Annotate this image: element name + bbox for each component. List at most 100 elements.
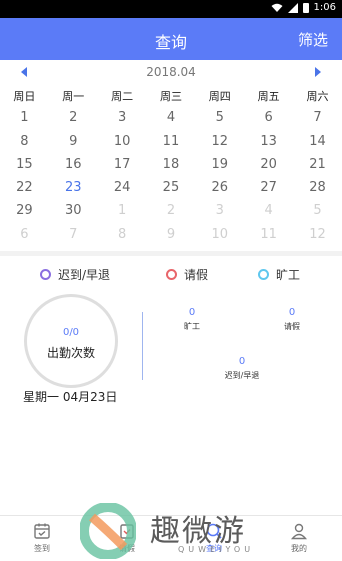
absent-count: 0: [188, 307, 196, 318]
app-bar: 查询 筛选: [0, 18, 342, 60]
calendar-week-row: 15 16 17 18 19 20 21: [0, 157, 342, 172]
calendar-day-other-month[interactable]: 7: [49, 227, 98, 242]
calendar-day[interactable]: 12: [195, 134, 244, 149]
calendar-day-other-month[interactable]: 6: [0, 227, 49, 242]
calendar-day[interactable]: 9: [49, 134, 98, 149]
signal-icon: [287, 2, 298, 13]
battery-icon: [302, 2, 309, 13]
late-label: 迟到/早退: [224, 371, 260, 380]
legend-late: 迟到/早退: [40, 266, 110, 283]
attendance-count-label: 出勤次数: [46, 346, 95, 360]
calendar-week-row: 6 7 8 9 10 11 12: [0, 227, 342, 242]
calendar-day[interactable]: 30: [49, 203, 98, 218]
user-icon: [291, 523, 307, 540]
late-legend-icon: [40, 269, 51, 280]
watermark-subtext: QUWEIYOU: [178, 545, 255, 554]
calendar-day[interactable]: 1: [0, 110, 49, 125]
calendar-day[interactable]: 16: [49, 157, 98, 172]
weekday-label: 周四: [208, 90, 231, 103]
leave-count: 0: [288, 307, 296, 318]
calendar-week-row: 1 2 3 4 5 6 7: [0, 110, 342, 125]
next-month-icon[interactable]: [313, 66, 323, 78]
month-label: 2018.04: [146, 65, 196, 79]
calendar-day[interactable]: 3: [98, 110, 147, 125]
calendar-day-other-month[interactable]: 2: [147, 203, 196, 218]
weekday-label: 周五: [257, 90, 280, 103]
weekday-label: 周二: [111, 90, 134, 103]
calendar-week-row: 8 9 10 11 12 13 14: [0, 134, 342, 149]
leave-stat: 0 请假: [262, 307, 322, 332]
tab-label: 签到: [34, 544, 50, 553]
calendar-day-other-month[interactable]: 8: [98, 227, 147, 242]
calendar-day[interactable]: 8: [0, 134, 49, 149]
calendar-day-other-month[interactable]: 5: [293, 203, 342, 218]
section-divider: [0, 251, 342, 256]
calendar-day[interactable]: 25: [147, 180, 196, 195]
calendar-day[interactable]: 21: [293, 157, 342, 172]
wifi-icon: [271, 3, 283, 12]
weekday-label: 周三: [159, 90, 182, 103]
weekday-row: 周日 周一 周二 周三 周四 周五 周六: [0, 88, 342, 106]
watermark-text: 趣微游: [150, 514, 246, 549]
weekday-label: 周日: [13, 90, 36, 103]
calendar-day[interactable]: 19: [195, 157, 244, 172]
calendar-day[interactable]: 17: [98, 157, 147, 172]
absent-legend-icon: [258, 269, 269, 280]
calendar-day[interactable]: 15: [0, 157, 49, 172]
calendar-day[interactable]: 4: [147, 110, 196, 125]
legend-label: 旷工: [276, 268, 301, 282]
weekday-label: 周一: [62, 90, 85, 103]
calendar-day-other-month[interactable]: 11: [244, 227, 293, 242]
page-title: 查询: [154, 33, 187, 52]
absent-label: 旷工: [184, 322, 200, 331]
selected-date: 星期一 04月23日: [23, 390, 118, 404]
late-stat: 0 迟到/早退: [212, 356, 272, 381]
calendar-day[interactable]: 7: [293, 110, 342, 125]
attendance-ratio: 0/0: [62, 327, 80, 338]
leave-legend-icon: [166, 269, 177, 280]
calendar-day-other-month[interactable]: 4: [244, 203, 293, 218]
calendar-day[interactable]: 29: [0, 203, 49, 218]
calendar-week-row: 29 30 1 2 3 4 5: [0, 203, 342, 218]
absent-stat: 0 旷工: [162, 307, 222, 332]
tab-sign-in[interactable]: 签到: [22, 522, 62, 554]
late-count: 0: [238, 356, 246, 367]
calendar-day[interactable]: 11: [147, 134, 196, 149]
calendar-day[interactable]: 5: [195, 110, 244, 125]
legend-label: 迟到/早退: [58, 268, 111, 282]
calendar-day-other-month[interactable]: 9: [147, 227, 196, 242]
attendance-count-circle: 0/0 出勤次数: [24, 294, 118, 388]
calendar-day[interactable]: 13: [244, 134, 293, 149]
legend-label: 请假: [184, 268, 209, 282]
legend-absent: 旷工: [258, 266, 300, 283]
legend-leave: 请假: [166, 266, 208, 283]
calendar-header: 2018.04: [0, 60, 342, 84]
calendar-day[interactable]: 24: [98, 180, 147, 195]
calendar-day[interactable]: 14: [293, 134, 342, 149]
watermark: 趣微游 QUWEIYOU: [80, 503, 290, 561]
calendar-day[interactable]: 2: [49, 110, 98, 125]
calendar-day-other-month[interactable]: 3: [195, 203, 244, 218]
leave-label: 请假: [284, 322, 300, 331]
clock: 1:06: [313, 2, 336, 13]
weekday-label: 周六: [306, 90, 329, 103]
calendar-day[interactable]: 10: [98, 134, 147, 149]
filter-button[interactable]: 筛选: [298, 29, 328, 50]
calendar-day-other-month[interactable]: 10: [195, 227, 244, 242]
calendar-day-today[interactable]: 23: [49, 180, 98, 195]
summary-divider: [142, 312, 143, 380]
calendar-check-icon: [34, 523, 50, 539]
calendar-day-other-month[interactable]: 1: [98, 203, 147, 218]
calendar-day-other-month[interactable]: 12: [293, 227, 342, 242]
calendar-week-row: 22 23 24 25 26 27 28: [0, 180, 342, 195]
calendar-day[interactable]: 27: [244, 180, 293, 195]
calendar-day[interactable]: 28: [293, 180, 342, 195]
calendar-day[interactable]: 22: [0, 180, 49, 195]
calendar-day[interactable]: 18: [147, 157, 196, 172]
watermark-logo-icon: [80, 503, 136, 559]
calendar-day[interactable]: 6: [244, 110, 293, 125]
status-bar: 1:06: [0, 0, 342, 18]
calendar-day[interactable]: 26: [195, 180, 244, 195]
status-icons: 1:06: [271, 2, 336, 13]
calendar-day[interactable]: 20: [244, 157, 293, 172]
